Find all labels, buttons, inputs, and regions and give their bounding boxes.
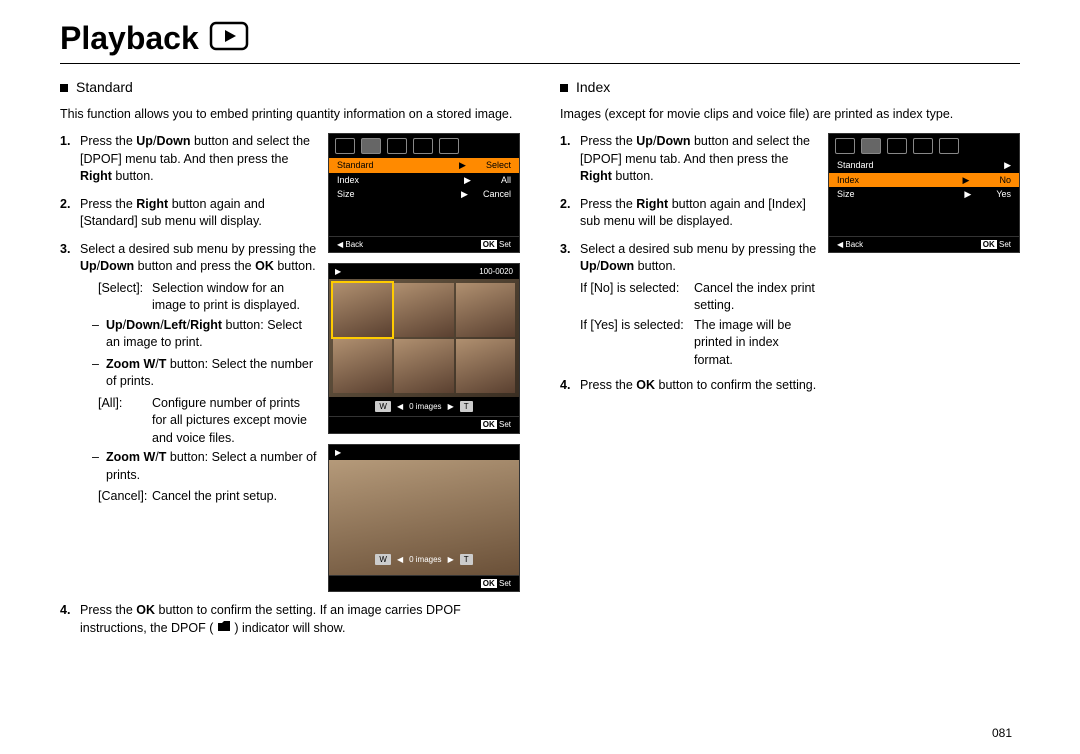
index-heading: Index bbox=[560, 78, 1020, 98]
standard-intro: This function allows you to embed printi… bbox=[60, 106, 520, 124]
tab-icon bbox=[887, 138, 907, 154]
print-count: 0 images bbox=[409, 401, 441, 412]
zoom-w-icon: W bbox=[375, 554, 391, 565]
menu-row: Index▶ No bbox=[829, 173, 1019, 188]
play-icon: ▶ bbox=[335, 447, 341, 458]
menu-row: Standard▶ bbox=[829, 158, 1019, 173]
photo-preview: W ◀0 images▶ T bbox=[329, 460, 519, 575]
step-dash-item: –Zoom W/T button: Select a number of pri… bbox=[92, 449, 318, 484]
lcd-figure-standard-menu: Standard▶ Select Index▶ All Size▶ Cancel… bbox=[328, 133, 520, 253]
step-item: 3. Select a desired sub menu by pressing… bbox=[60, 241, 318, 508]
zoom-w-icon: W bbox=[375, 401, 391, 412]
lcd-figure-index-menu: Standard▶ Index▶ No Size▶ Yes ◀ Back OK … bbox=[828, 133, 1020, 253]
zoom-bar: W ◀0 images▶ T bbox=[329, 397, 519, 416]
step-item: 2.Press the Right button again and [Inde… bbox=[560, 196, 818, 235]
thumbnail-image bbox=[333, 339, 392, 393]
bullet-square-icon bbox=[60, 84, 68, 92]
lcd-figure-single: ▶ W ◀0 images▶ T OK Set bbox=[328, 444, 520, 592]
standard-step4: 4.Press the OK button to confirm the set… bbox=[60, 602, 520, 641]
step-item: 3. Select a desired sub menu by pressing… bbox=[560, 241, 818, 372]
page-number: 081 bbox=[992, 726, 1012, 740]
thumbnail-image bbox=[394, 283, 453, 337]
step-item: 2.Press the Right button again and [Stan… bbox=[60, 196, 318, 235]
page-title-row: Playback bbox=[60, 20, 1020, 57]
zoom-t-icon: T bbox=[460, 554, 473, 565]
step-subitem: If [No] is selected:Cancel the index pri… bbox=[580, 280, 818, 315]
step-subitem: [All]:Configure number of prints for all… bbox=[98, 395, 318, 448]
step-item: 1.Press the Up/Down button and select th… bbox=[60, 133, 318, 190]
index-intro: Images (except for movie clips and voice… bbox=[560, 106, 1020, 124]
thumbnail-image bbox=[333, 283, 392, 337]
tab-icon bbox=[413, 138, 433, 154]
menu-row: Size▶ Yes bbox=[829, 187, 1019, 202]
right-column: Index Images (except for movie clips and… bbox=[560, 74, 1020, 647]
bullet-square-icon bbox=[560, 84, 568, 92]
step-item: 4.Press the OK button to confirm the set… bbox=[60, 602, 520, 641]
tab-icon bbox=[913, 138, 933, 154]
menu-row: Size▶ Cancel bbox=[329, 187, 519, 202]
tab-icon bbox=[835, 138, 855, 154]
playback-icon bbox=[209, 21, 249, 56]
tab-icon bbox=[335, 138, 355, 154]
menu-row: Standard▶ Select bbox=[329, 158, 519, 173]
standard-heading-text: Standard bbox=[76, 78, 133, 98]
print-count: 0 images bbox=[409, 554, 441, 565]
menu-row: Index▶ All bbox=[329, 173, 519, 188]
step-subitem: If [Yes] is selected:The image will be p… bbox=[580, 317, 818, 370]
left-figures: Standard▶ Select Index▶ All Size▶ Cancel… bbox=[328, 133, 520, 602]
thumbnail-image bbox=[456, 339, 515, 393]
thumbnail-image bbox=[456, 283, 515, 337]
step-dash-item: –Up/Down/Left/Right button: Select an im… bbox=[92, 317, 318, 352]
tab-icon bbox=[387, 138, 407, 154]
file-counter: 100-0020 bbox=[479, 266, 513, 277]
menu-footer: ◀ Back OK Set bbox=[329, 236, 519, 252]
page-title: Playback bbox=[60, 20, 199, 57]
tab-icon bbox=[361, 138, 381, 154]
right-figures: Standard▶ Index▶ No Size▶ Yes ◀ Back OK … bbox=[828, 133, 1020, 263]
left-column: Standard This function allows you to emb… bbox=[60, 74, 520, 647]
zoom-t-icon: T bbox=[460, 401, 473, 412]
tab-icon bbox=[439, 138, 459, 154]
step-dash-item: –Zoom W/T button: Select the number of p… bbox=[92, 356, 318, 391]
lcd-figure-thumbnails: ▶100-0020 W ◀0 images▶ T OK Set bbox=[328, 263, 520, 434]
index-heading-text: Index bbox=[576, 78, 610, 98]
menu-list: Standard▶ Select Index▶ All Size▶ Cancel bbox=[329, 158, 519, 236]
thumbnail-image bbox=[394, 339, 453, 393]
standard-heading: Standard bbox=[60, 78, 520, 98]
step-item: 1.Press the Up/Down button and select th… bbox=[560, 133, 818, 190]
play-icon: ▶ bbox=[335, 266, 341, 277]
tab-icon bbox=[861, 138, 881, 154]
step-subitem: [Cancel]:Cancel the print setup. bbox=[98, 488, 318, 506]
title-rule bbox=[60, 63, 1020, 64]
step-subitem: [Select]:Selection window for an image t… bbox=[98, 280, 318, 315]
tab-icon bbox=[939, 138, 959, 154]
step-item: 4.Press the OK button to confirm the set… bbox=[560, 377, 1020, 399]
